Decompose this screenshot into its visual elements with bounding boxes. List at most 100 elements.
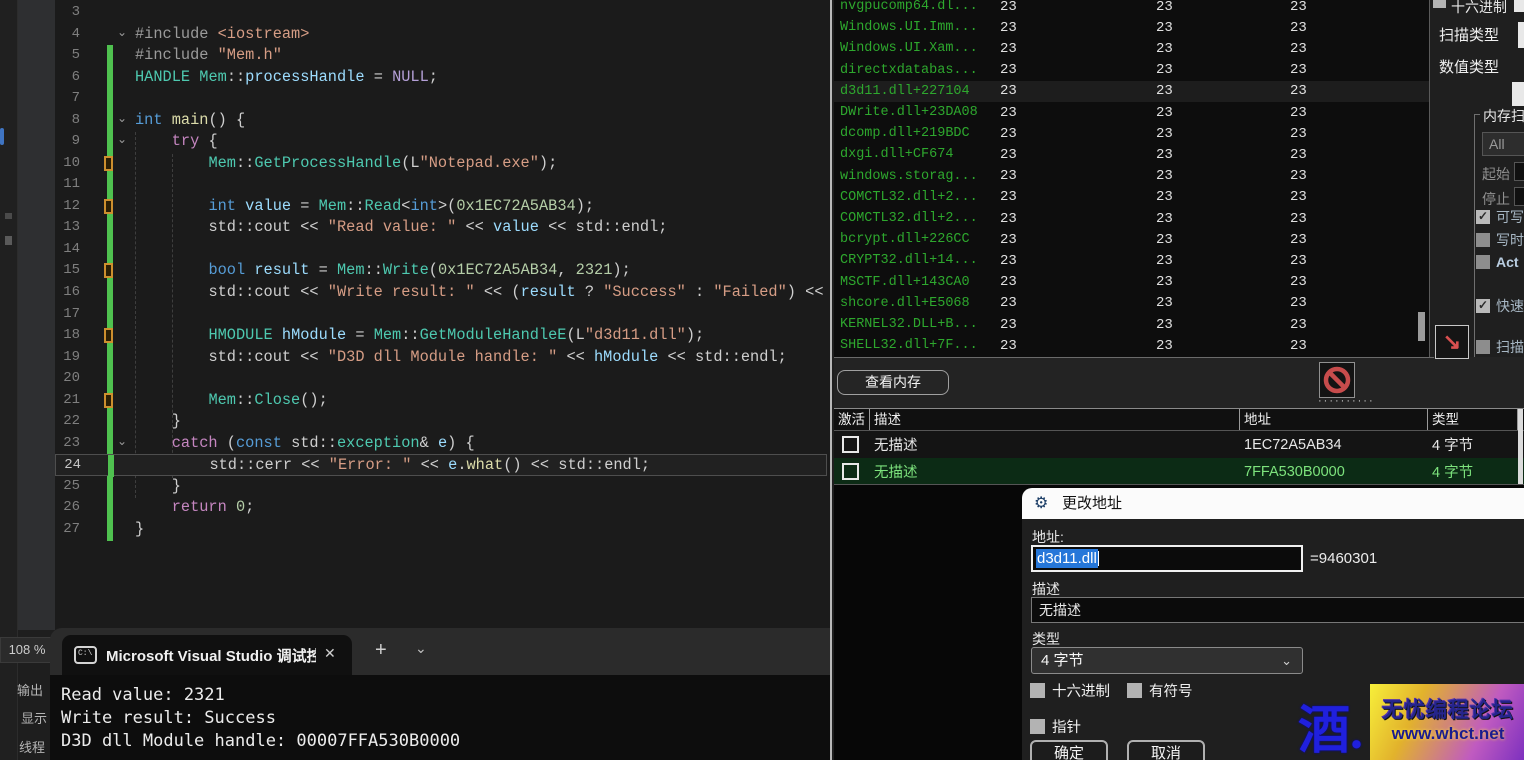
scan-result-row[interactable]: COMCTL32.dll+2...232323 xyxy=(834,187,1429,208)
scan-result-row[interactable]: SHELL32.dll+7F...232323 xyxy=(834,335,1429,356)
code-line[interactable]: 20 xyxy=(55,368,827,390)
scan-result-row[interactable]: CRYPT32.dll+14...232323 xyxy=(834,250,1429,271)
scan-type-combo-fragment[interactable] xyxy=(1518,22,1524,48)
checkbox[interactable]: ✓ xyxy=(1476,299,1490,313)
scan-result-row[interactable]: windows.storag...232323 xyxy=(834,166,1429,187)
scan-result-row[interactable]: dxgi.dll+CF674232323 xyxy=(834,144,1429,165)
gutter-mark[interactable] xyxy=(104,393,113,408)
scan-result-row[interactable]: Windows.UI.Imm...232323 xyxy=(834,17,1429,38)
scan-result-row[interactable]: Windows.UI.Xam...232323 xyxy=(834,38,1429,59)
dialog-titlebar[interactable]: ⚙ 更改地址 xyxy=(1022,488,1524,519)
pointer-checkbox-row[interactable]: 指针 xyxy=(1030,716,1081,732)
scan-option-4[interactable]: ✓快速扫描 xyxy=(1476,296,1524,312)
no-entry-icon[interactable] xyxy=(1319,362,1355,398)
address-list-scrollbar[interactable] xyxy=(1518,409,1523,484)
gutter-mark[interactable] xyxy=(104,328,113,343)
code-line[interactable]: 9⌄ try { xyxy=(55,131,827,153)
col-description[interactable]: 描述 xyxy=(870,409,1240,430)
start-input[interactable] xyxy=(1514,162,1524,181)
type-dropdown[interactable]: 4 字节 ⌄ xyxy=(1031,647,1303,674)
code-line[interactable]: 3 xyxy=(55,2,827,24)
scan-result-row[interactable]: KERNEL32.DLL+B...232323 xyxy=(834,314,1429,335)
scan-result-row[interactable]: DWrite.dll+23DA08232323 xyxy=(834,102,1429,123)
checkbox[interactable] xyxy=(1476,340,1490,354)
stop-input[interactable] xyxy=(1514,187,1524,206)
scan-option-2[interactable]: 写时复制 xyxy=(1476,230,1524,246)
gutter-mark[interactable] xyxy=(104,199,113,214)
scan-results-list[interactable]: nvgpucomp64.dl...232323Windows.UI.Imm...… xyxy=(834,0,1429,357)
add-address-arrow-button[interactable]: ↘ xyxy=(1435,325,1469,359)
gutter-mark[interactable] xyxy=(104,156,113,171)
code-line[interactable]: 7 xyxy=(55,88,827,110)
fold-chevron-icon[interactable]: ⌄ xyxy=(114,25,130,39)
code-line[interactable]: 22 } xyxy=(55,411,827,433)
code-line[interactable]: 6HANDLE Mem::processHandle = NULL; xyxy=(55,67,827,89)
terminal-tab[interactable]: C:\ Microsoft Visual Studio 调试控制台 ✕ xyxy=(62,635,352,675)
code-line[interactable]: 10 Mem::GetProcessHandle(L"Notepad.exe")… xyxy=(55,153,827,175)
hex-checkbox[interactable] xyxy=(1433,0,1446,8)
active-checkbox[interactable] xyxy=(842,463,859,480)
scrollbar-thumb[interactable] xyxy=(1418,312,1425,341)
fold-chevron-icon[interactable]: ⌄ xyxy=(114,132,130,146)
code-line[interactable]: 19 std::cout << "D3D dll Module handle: … xyxy=(55,347,827,369)
code-line[interactable]: 13 std::cout << "Read value: " << value … xyxy=(55,217,827,239)
col-address[interactable]: 地址 xyxy=(1240,409,1428,430)
description-input[interactable]: 无描述 xyxy=(1031,597,1524,623)
code-line[interactable]: 23⌄ catch (const std::exception& e) { xyxy=(55,433,827,455)
output-panel-label[interactable]: 输出 xyxy=(17,680,43,699)
scan-result-row[interactable]: nvgpucomp64.dl...232323 xyxy=(834,0,1429,17)
code-line[interactable]: 15 bool result = Mem::Write(0x1EC72A5AB3… xyxy=(55,260,827,282)
code-line[interactable]: 14 xyxy=(55,239,827,261)
hex-checkbox-row[interactable]: 十六进制 xyxy=(1030,680,1110,696)
fold-chevron-icon[interactable]: ⌄ xyxy=(114,111,130,125)
tab-dropdown-icon[interactable]: ⌄ xyxy=(415,640,427,657)
hex-checkbox[interactable] xyxy=(1030,683,1045,698)
code-line[interactable]: 24 std::cerr << "Error: " << e.what() <<… xyxy=(55,454,827,476)
scan-result-row[interactable]: shcore.dll+E5068232323 xyxy=(834,293,1429,314)
ok-button[interactable]: 确定 xyxy=(1030,740,1108,760)
active-checkbox[interactable] xyxy=(842,436,859,453)
code-line[interactable]: 16 std::cout << "Write result: " << (res… xyxy=(55,282,827,304)
gutter-mark[interactable] xyxy=(104,263,113,278)
close-icon[interactable]: ✕ xyxy=(324,645,336,662)
scan-result-row[interactable]: COMCTL32.dll+2...232323 xyxy=(834,208,1429,229)
code-line[interactable]: 26 return 0; xyxy=(55,497,827,519)
scan-option-3[interactable]: Act xyxy=(1476,253,1519,269)
address-list-header[interactable]: 激活 描述 地址 类型 xyxy=(834,408,1524,431)
code-line[interactable]: 8⌄int main() { xyxy=(55,110,827,132)
new-tab-button[interactable]: + xyxy=(375,639,387,662)
checkbox[interactable] xyxy=(1476,255,1490,269)
scan-result-row[interactable]: d3d11.dll+227104232323 xyxy=(834,81,1429,102)
code-line[interactable]: 5#include "Mem.h" xyxy=(55,45,827,67)
terminal-output[interactable]: Read value: 2321Write result: SuccessD3D… xyxy=(50,675,830,760)
col-active[interactable]: 激活 xyxy=(834,409,870,430)
scan-result-row[interactable]: directxdatabas...232323 xyxy=(834,60,1429,81)
scan-results-scrollbar[interactable] xyxy=(1417,0,1426,357)
breakpoint-margin[interactable] xyxy=(18,0,55,630)
value-type-combo-fragment[interactable] xyxy=(1512,82,1524,106)
grip-dots[interactable]: ·········· xyxy=(1318,395,1375,407)
editor-zoom-control[interactable]: 108 % xyxy=(0,637,54,663)
code-line[interactable]: 17 xyxy=(55,304,827,326)
signed-checkbox[interactable] xyxy=(1127,683,1142,698)
address-row[interactable]: 无描述7FFA530B00004 字节 xyxy=(834,458,1524,485)
code-editor[interactable]: 34⌄#include <iostream>5#include "Mem.h"6… xyxy=(55,0,830,630)
scan-result-row[interactable]: bcrypt.dll+226CC232323 xyxy=(834,229,1429,250)
code-line[interactable]: 21 Mem::Close(); xyxy=(55,390,827,412)
code-line[interactable]: 11 xyxy=(55,174,827,196)
code-line[interactable]: 4⌄#include <iostream> xyxy=(55,24,827,46)
region-combo[interactable]: All xyxy=(1482,132,1524,156)
address-row[interactable]: 无描述1EC72A5AB344 字节 xyxy=(834,431,1524,458)
scan-result-row[interactable]: MSCTF.dll+143CA0232323 xyxy=(834,272,1429,293)
checkbox[interactable]: ✓ xyxy=(1476,210,1490,224)
view-memory-button[interactable]: 查看内存 xyxy=(837,370,949,395)
code-line[interactable]: 27} xyxy=(55,519,827,541)
address-input[interactable]: d3d11.dll xyxy=(1031,545,1303,572)
pointer-checkbox[interactable] xyxy=(1030,719,1045,734)
code-line[interactable]: 12 int value = Mem::Read<int>(0x1EC72A5A… xyxy=(55,196,827,218)
col-type[interactable]: 类型 xyxy=(1428,409,1518,430)
scan-option-1[interactable]: ✓可写 xyxy=(1476,207,1524,223)
scan-result-row[interactable]: dcomp.dll+219BDC232323 xyxy=(834,123,1429,144)
scan-option-5[interactable]: 扫描只读 xyxy=(1476,337,1524,353)
checkbox[interactable] xyxy=(1476,233,1490,247)
